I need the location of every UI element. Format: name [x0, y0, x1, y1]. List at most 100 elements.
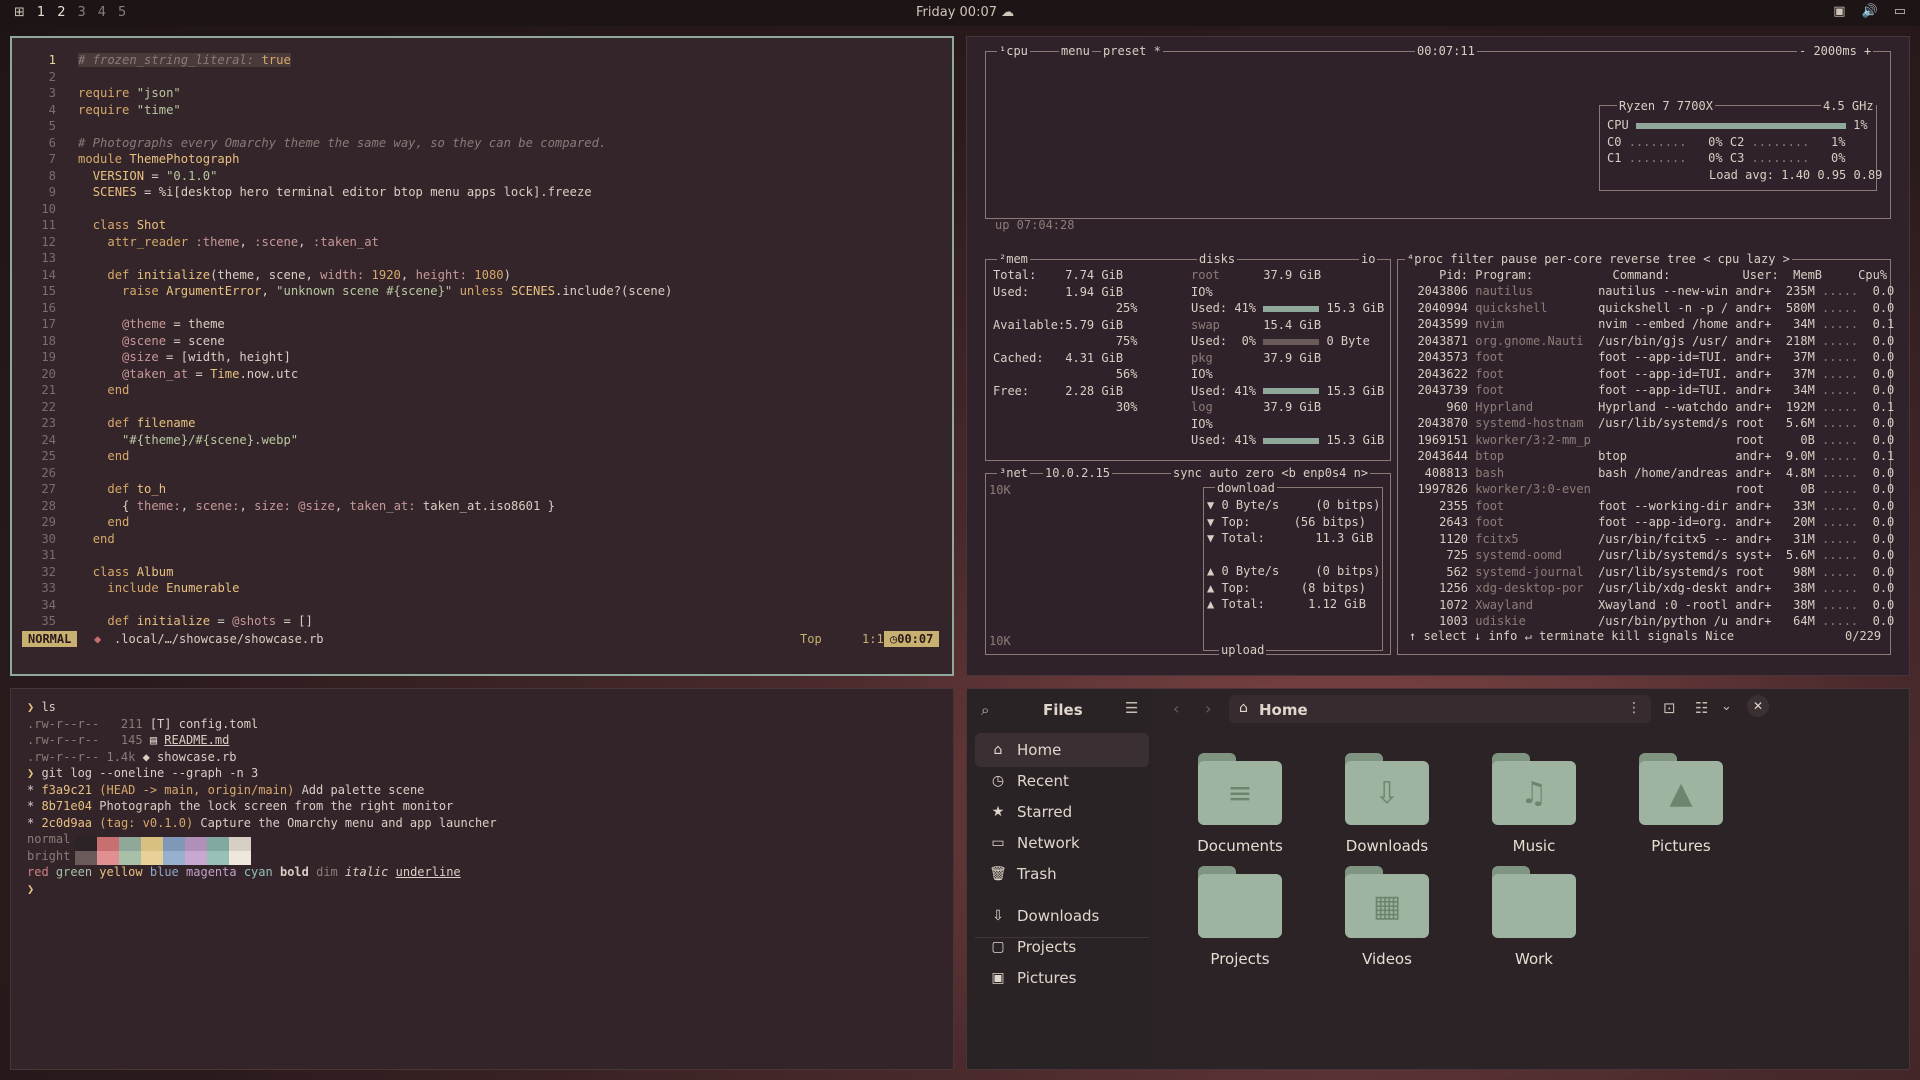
- code-line[interactable]: 25 end: [20, 448, 672, 465]
- io-label[interactable]: io: [1359, 252, 1378, 266]
- process-row[interactable]: 2643 foot foot --app-id=org. andr+ 20M .…: [1403, 514, 1894, 531]
- terminal-window[interactable]: ❯ ls .rw-r--r-- 211 [T] config.toml .rw-r-…: [10, 688, 954, 1070]
- display-icon[interactable]: ▭: [1894, 4, 1906, 19]
- mem-label[interactable]: ²mem: [997, 252, 1030, 266]
- code-line[interactable]: 22: [20, 399, 672, 416]
- code-line[interactable]: 19 @size = [width, height]: [20, 349, 672, 366]
- code-line[interactable]: 9 SCENES = %i[desktop hero terminal edit…: [20, 184, 672, 201]
- net-label[interactable]: ³net: [997, 466, 1030, 480]
- code-line[interactable]: 20 @taken_at = Time.now.utc: [20, 366, 672, 383]
- code-line[interactable]: 8 VERSION = "0.1.0": [20, 168, 672, 185]
- folder-work[interactable]: Work: [1459, 866, 1609, 968]
- process-row[interactable]: 1969151 kworker/3:2-mm_p root 0B ..... 0…: [1403, 432, 1894, 449]
- process-row[interactable]: 2043644 btop btop andr+ 9.0M ..... 0.1: [1403, 448, 1894, 465]
- process-row[interactable]: 2043871 org.gnome.Nauti /usr/bin/gjs /us…: [1403, 333, 1894, 350]
- code-line[interactable]: 33 include Enumerable: [20, 580, 672, 597]
- folder-projects[interactable]: Projects: [1165, 866, 1315, 968]
- process-row[interactable]: 562 systemd-journal /usr/lib/systemd/s r…: [1403, 564, 1894, 581]
- folder-music[interactable]: ♫ Music: [1459, 753, 1609, 855]
- code-line[interactable]: 10: [20, 201, 672, 218]
- code-line[interactable]: 29 end: [20, 514, 672, 531]
- code-line[interactable]: 18 @scene = scene: [20, 333, 672, 350]
- folder-downloads[interactable]: ⇩ Downloads: [1312, 753, 1462, 855]
- code-line[interactable]: 26: [20, 465, 672, 482]
- list-view-icon[interactable]: ☷: [1695, 699, 1708, 717]
- code-line[interactable]: 4 require "time": [20, 102, 672, 119]
- code-editor[interactable]: 1 # frozen_string_literal: true 2 3 require …: [20, 52, 672, 630]
- code-line[interactable]: 11 class Shot: [20, 217, 672, 234]
- process-row[interactable]: 2040994 quickshell quickshell -n -p / an…: [1403, 300, 1894, 317]
- process-row[interactable]: 960 Hyprland Hyprland --watchdo andr+ 19…: [1403, 399, 1894, 416]
- process-row[interactable]: 2043739 foot foot --app-id=TUI. andr+ 34…: [1403, 382, 1894, 399]
- workspace-5[interactable]: 5: [118, 5, 126, 20]
- code-line[interactable]: 15 raise ArgumentError, "unknown scene #…: [20, 283, 672, 300]
- code-line[interactable]: 14 def initialize(theme, scene, width: 1…: [20, 267, 672, 284]
- sidebar-item-network[interactable]: ▭ Network: [975, 826, 1149, 860]
- net-options[interactable]: sync auto zero <b enp0s4 n>: [1171, 466, 1371, 480]
- code-line[interactable]: 35 def initialize = @shots = []: [20, 613, 672, 630]
- workspace-2[interactable]: 2: [57, 5, 65, 20]
- process-row[interactable]: 1997826 kworker/3:0-even root 0B ..... 0…: [1403, 481, 1894, 498]
- sidebar-item-downloads[interactable]: ⇩ Downloads: [975, 899, 1149, 933]
- code-line[interactable]: 27 def to_h: [20, 481, 672, 498]
- folder-documents[interactable]: ≡ Documents: [1165, 753, 1315, 855]
- code-line[interactable]: 1 # frozen_string_literal: true: [20, 52, 672, 69]
- proc-footer[interactable]: ↑ select ↓ info ↵ terminate kill signals…: [1407, 629, 1737, 643]
- btop-window[interactable]: ¹cpu menu preset * 00:07:11 - 2000ms + R…: [966, 36, 1910, 676]
- code-line[interactable]: 31: [20, 547, 672, 564]
- process-row[interactable]: 1120 fcitx5 /usr/bin/fcitx5 -- andr+ 31M…: [1403, 531, 1894, 548]
- process-row[interactable]: 1256 xdg-desktop-por /usr/lib/xdg-deskt …: [1403, 580, 1894, 597]
- code-line[interactable]: 13: [20, 250, 672, 267]
- process-row[interactable]: 408813 bash bash /home/andreas andr+ 4.8…: [1403, 465, 1895, 482]
- sidebar-item-projects[interactable]: ▢ Projects: [975, 930, 1149, 964]
- chevron-down-icon[interactable]: ⌄: [1721, 699, 1732, 714]
- code-line[interactable]: 34: [20, 597, 672, 614]
- clock[interactable]: Friday 00:07 ☁: [916, 5, 1014, 20]
- sidebar-item-starred[interactable]: ★ Starred: [975, 795, 1149, 829]
- camera-icon[interactable]: ⊡: [1663, 699, 1676, 717]
- process-row[interactable]: 2043870 systemd-hostnam /usr/lib/systemd…: [1403, 415, 1894, 432]
- code-line[interactable]: 30 end: [20, 531, 672, 548]
- process-row[interactable]: 2043806 nautilus nautilus --new-win andr…: [1403, 283, 1894, 300]
- path-menu-icon[interactable]: ⋮: [1627, 700, 1641, 716]
- process-row[interactable]: 725 systemd-oomd /usr/lib/systemd/s syst…: [1403, 547, 1894, 564]
- code-line[interactable]: 7 module ThemePhotograph: [20, 151, 672, 168]
- sidebar-item-home[interactable]: ⌂ Home: [975, 733, 1149, 767]
- update-rate[interactable]: - 2000ms +: [1797, 44, 1874, 58]
- volume-icon[interactable]: 🔊: [1862, 4, 1878, 19]
- code-line[interactable]: 6 # Photographs every Omarchy theme the s…: [20, 135, 672, 152]
- process-row[interactable]: 2355 foot foot --working-dir andr+ 33M .…: [1403, 498, 1894, 515]
- code-line[interactable]: 5: [20, 118, 672, 135]
- search-icon[interactable]: ⌕: [981, 701, 989, 719]
- forward-icon[interactable]: ›: [1205, 699, 1211, 718]
- folder-videos[interactable]: ▦ Videos: [1312, 866, 1462, 968]
- close-icon[interactable]: ✕: [1747, 695, 1769, 717]
- process-row[interactable]: 1072 Xwayland Xwayland :0 -rootl andr+ 3…: [1403, 597, 1894, 614]
- code-line[interactable]: 12 attr_reader :theme, :scene, :taken_at: [20, 234, 672, 251]
- process-row[interactable]: 2043622 foot foot --app-id=TUI. andr+ 37…: [1403, 366, 1894, 383]
- code-line[interactable]: 3 require "json": [20, 85, 672, 102]
- disks-label[interactable]: disks: [1197, 252, 1238, 266]
- hamburger-menu-icon[interactable]: ☰: [1125, 699, 1138, 717]
- neovim-window[interactable]: 1 # frozen_string_literal: true 2 3 require …: [10, 36, 954, 676]
- app-grid-icon[interactable]: ⊞: [14, 5, 25, 20]
- folder-pictures[interactable]: ▲ Pictures: [1606, 753, 1756, 855]
- menu-label[interactable]: menu: [1059, 44, 1092, 58]
- files-window[interactable]: ⌕ Files ☰ ⌂ Home ◷ Recent ★ Starred ▭ Network 🗑 T…: [966, 688, 1910, 1070]
- process-row[interactable]: 2043599 nvim nvim --embed /home andr+ 34…: [1403, 316, 1894, 333]
- sidebar-item-recent[interactable]: ◷ Recent: [975, 764, 1149, 798]
- code-line[interactable]: 2: [20, 69, 672, 86]
- workspace-1[interactable]: 1: [37, 5, 45, 20]
- back-icon[interactable]: ‹: [1173, 699, 1179, 718]
- proc-header[interactable]: ⁴proc filter pause per-core reverse tree…: [1405, 252, 1792, 266]
- code-line[interactable]: 16: [20, 300, 672, 317]
- process-row[interactable]: 2043573 foot foot --app-id=TUI. andr+ 37…: [1403, 349, 1894, 366]
- code-line[interactable]: 28 { theme:, scene:, size: @size, taken_…: [20, 498, 672, 515]
- code-line[interactable]: 24 "#{theme}/#{scene}.webp": [20, 432, 672, 449]
- sidebar-item-pictures[interactable]: ▣ Pictures: [975, 961, 1149, 995]
- path-bar[interactable]: ⌂ Home ⋮: [1229, 695, 1651, 723]
- workspace-4[interactable]: 4: [98, 5, 106, 20]
- screen-icon[interactable]: ▣: [1833, 4, 1845, 19]
- process-row[interactable]: 1003 udiskie /usr/bin/python /u andr+ 64…: [1403, 613, 1894, 630]
- cpu-label[interactable]: ¹cpu: [997, 44, 1030, 58]
